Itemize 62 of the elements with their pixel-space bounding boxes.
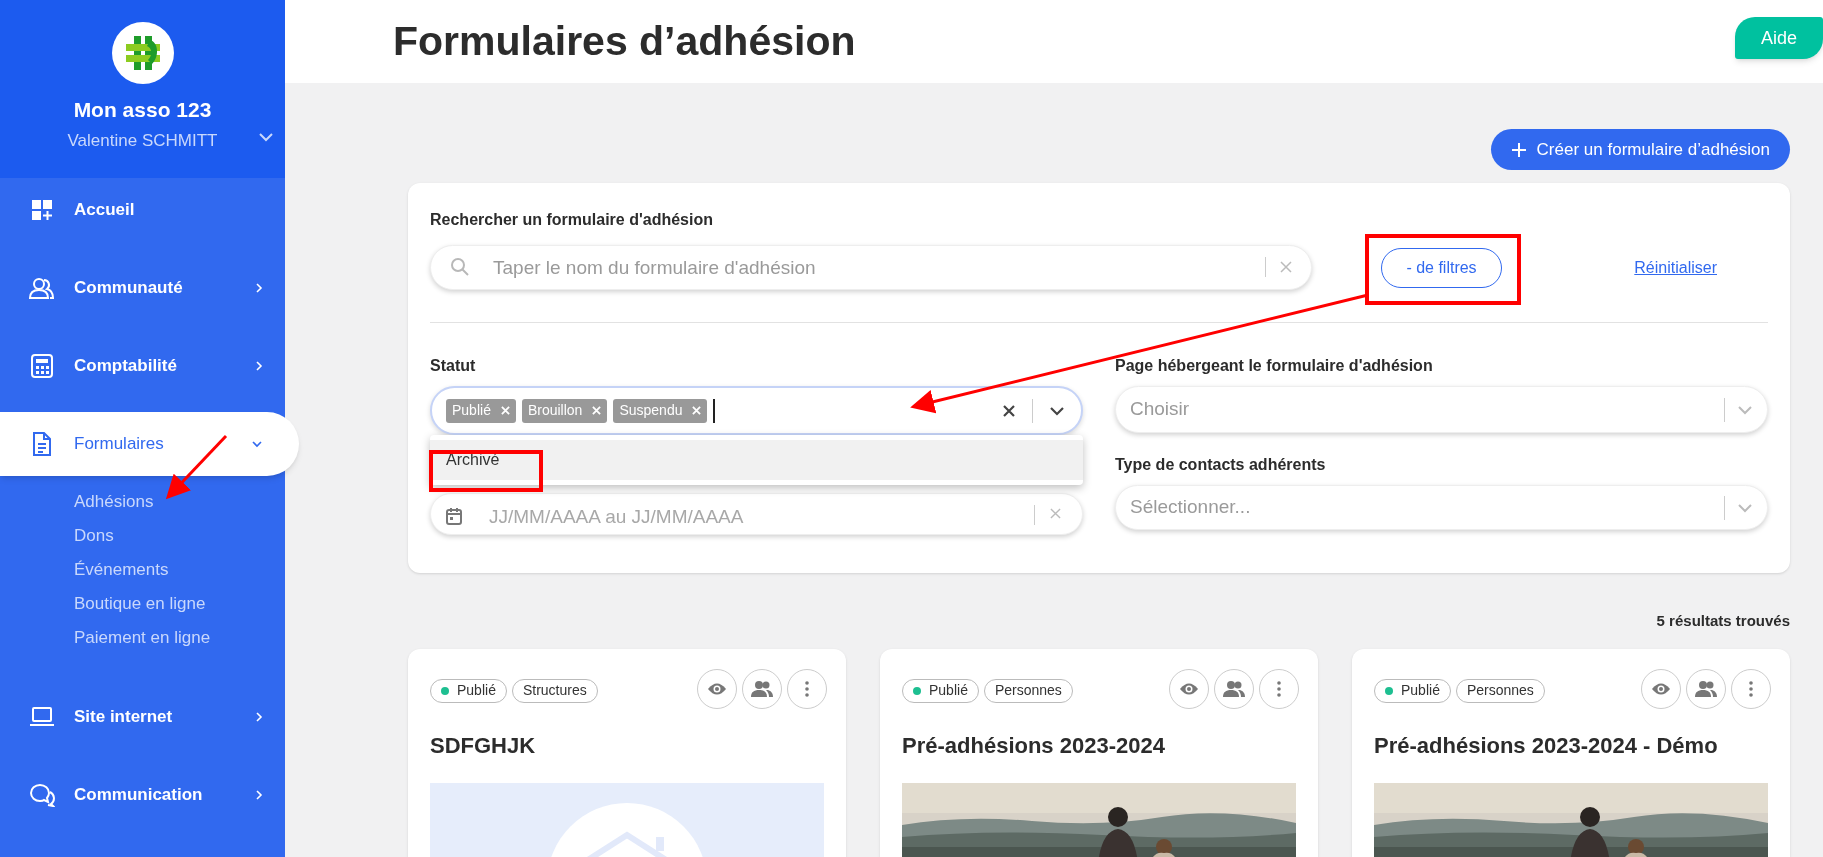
plus-icon (1510, 141, 1527, 158)
nav-item[interactable]: Accueil (0, 178, 285, 242)
status-label: Statut (430, 356, 477, 374)
card-title: Pré-adhésions 2023-2024 - Démo (1374, 731, 1719, 760)
nav-item[interactable]: Comptabilité (0, 334, 285, 398)
nav-item[interactable]: Formulaires (0, 412, 299, 476)
user-name: Valentine SCHMITT (67, 129, 218, 152)
calculator-icon (31, 354, 53, 378)
eye-icon (1179, 681, 1199, 696)
chat-icon (29, 783, 55, 807)
page-title: Formulaires d’adhésion (393, 16, 856, 66)
users-icon (1695, 680, 1717, 697)
search-label: Rechercher un formulaire d'adhésion (430, 210, 714, 230)
nav-item[interactable]: Site internet (0, 685, 285, 749)
organization-name: Mon asso 123 (73, 97, 212, 123)
nav-item[interactable]: Communauté (0, 256, 285, 320)
submenu-item[interactable]: Adhésions (74, 485, 154, 519)
search-field[interactable]: Taper le nom du formulaire d'adhésion (430, 245, 1312, 290)
results-count: 5 résultats trouvés (1656, 611, 1790, 631)
annotation-arrow (165, 434, 228, 500)
contacts-label: Type de contacts adhérents (1115, 455, 1327, 473)
remove-icon[interactable] (692, 406, 702, 415)
more-icon (805, 680, 809, 697)
date-range-field[interactable]: JJ/MM/AAAA au JJ/MM/AAAA (430, 493, 1083, 535)
more-icon (1749, 680, 1753, 697)
status-tag[interactable]: Brouillon (521, 398, 608, 423)
text-cursor (713, 398, 716, 423)
reset-link[interactable]: Réinitialiser (1634, 255, 1717, 280)
form-card[interactable]: Publié Structures SDFGHJK (408, 648, 846, 857)
laptop-icon (29, 707, 55, 727)
form-card[interactable]: Publié Personnes Pré-adhésions 2023-2024 - Démo (1352, 648, 1790, 857)
users-icon (1223, 680, 1245, 697)
nav-item[interactable]: Communication (0, 763, 285, 827)
search-icon (450, 257, 470, 277)
submenu-item[interactable]: Dons (74, 519, 114, 553)
page-label: Page hébergeant le formulaire d'adhésion (1115, 356, 1434, 374)
remove-icon[interactable] (500, 406, 510, 415)
calendar-icon (446, 507, 462, 525)
status-tag[interactable]: Publié (446, 398, 516, 423)
eye-icon (707, 681, 727, 696)
document-icon (32, 432, 52, 456)
card-title: Pré-adhésions 2023-2024 (902, 731, 1166, 760)
submenu-item[interactable]: Boutique en ligne (74, 587, 206, 621)
eye-icon (1651, 681, 1671, 696)
logo-icon (111, 22, 174, 84)
dropdown-option[interactable]: Archivé (430, 440, 1083, 480)
users-icon (29, 277, 55, 299)
status-tag[interactable]: Suspendu (613, 398, 708, 423)
create-form-button[interactable]: Créer un formulaire d’adhésion (1490, 129, 1790, 170)
dashboard-icon (31, 199, 53, 221)
clear-icon[interactable] (1002, 403, 1016, 418)
status-select[interactable]: Publié Brouillon Suspendu (430, 386, 1083, 435)
submenu-item[interactable]: Paiement en ligne (74, 621, 211, 655)
submenu-item[interactable]: Événements (74, 553, 169, 587)
contacts-select[interactable]: Sélectionner... (1115, 485, 1768, 530)
users-icon (751, 680, 773, 697)
chevron-down-icon[interactable] (1049, 405, 1065, 416)
remove-icon[interactable] (592, 406, 602, 415)
more-icon (1277, 680, 1281, 697)
page-select[interactable]: Choisir (1115, 386, 1768, 433)
form-card[interactable]: Publié Personnes Pré-adhésions 2023-2024 (880, 648, 1318, 857)
card-title: SDFGHJK (430, 731, 537, 760)
